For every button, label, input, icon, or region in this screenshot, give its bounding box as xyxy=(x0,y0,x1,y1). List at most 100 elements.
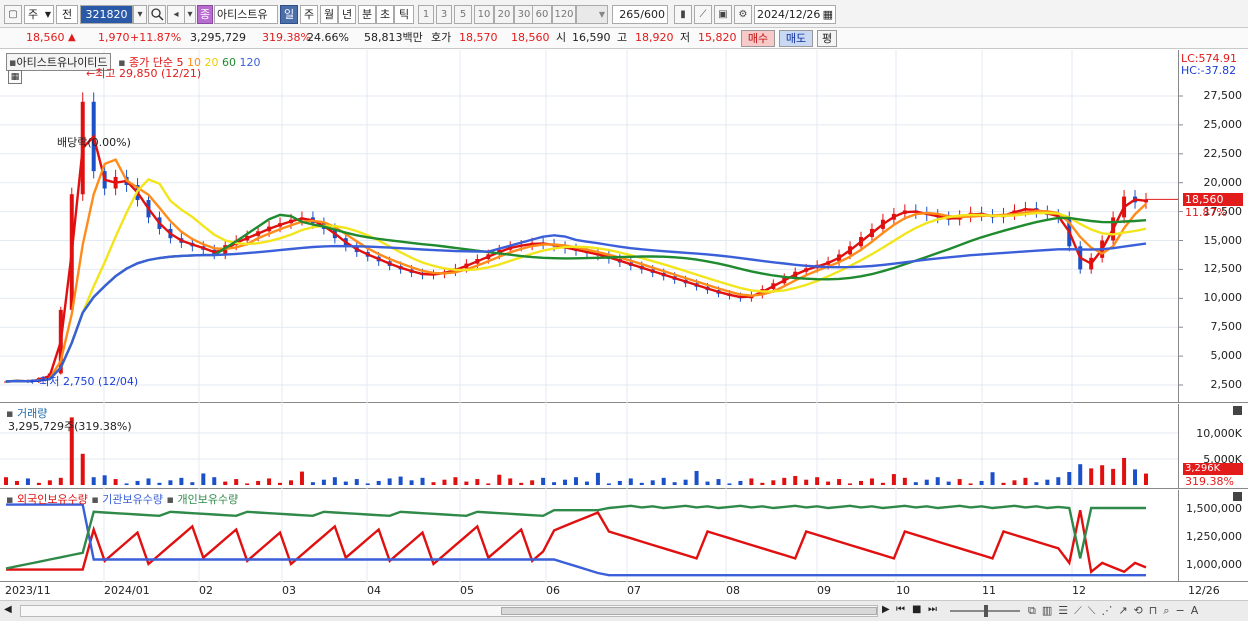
arrow-tool-icon[interactable]: ↗ xyxy=(1118,604,1133,617)
interval-60[interactable]: 60 xyxy=(532,5,552,24)
zoom-icon[interactable]: ⌕ xyxy=(1163,604,1175,617)
volume-bar xyxy=(157,482,162,485)
interval-20-label: 20 xyxy=(497,9,511,20)
volume-bar xyxy=(913,482,918,485)
trend-line-icon[interactable]: ⟋ xyxy=(1074,604,1088,617)
holdings-tick-1500000: 1,500,000 xyxy=(1186,502,1242,515)
scroll-thumb[interactable] xyxy=(501,607,877,615)
interval-5[interactable]: 5 xyxy=(454,5,472,24)
chart-scrollbar[interactable]: ◀ ▶ ⏮ ■ ⏭ ⧉▥☰⟋⟍⋰↗⟲⊓⌕−A xyxy=(0,600,1248,621)
individual-holding-label: 개인보유수량 xyxy=(177,493,239,506)
price-tick-label: 5,000 xyxy=(1210,349,1243,363)
stock-name-field[interactable]: 아티스트유 xyxy=(214,5,278,24)
interval-10-label: 10 xyxy=(477,9,491,20)
interval-10[interactable]: 10 xyxy=(474,5,494,24)
list-icon[interactable]: ☰ xyxy=(1058,604,1074,617)
volume-bar xyxy=(672,482,677,485)
x-label-04: 04 xyxy=(367,584,381,597)
tab-minute[interactable]: 분 xyxy=(358,5,376,24)
pane-close-icon[interactable] xyxy=(1233,406,1242,415)
grid-toggle-icon[interactable]: ▦ xyxy=(8,70,22,84)
volume-bar xyxy=(1034,482,1039,485)
open-label: 시 xyxy=(556,31,567,44)
buy-button[interactable]: 매수 xyxy=(741,30,775,47)
market-select[interactable]: 전 xyxy=(56,5,78,24)
foreign-holding-label: 외국인보유수량 xyxy=(16,493,88,506)
ma10-line xyxy=(5,158,1147,383)
magnet-icon[interactable]: ⊓ xyxy=(1149,604,1164,617)
volume-y-axis: 10,000K 5,000K 3,296K 319.38% xyxy=(1178,404,1248,489)
minus-icon[interactable]: − xyxy=(1176,604,1191,617)
cycle-icon[interactable]: ⟲ xyxy=(1134,604,1149,617)
low-note: ←최저 2,750 (12/04) xyxy=(30,373,138,389)
window-menu-icon[interactable]: ▢ xyxy=(4,5,22,24)
date-field[interactable]: 2024/12/26 ▦ xyxy=(754,5,836,24)
save-icon[interactable]: ▣ xyxy=(714,5,732,24)
scroll-right-icon[interactable]: ▶ xyxy=(882,604,890,615)
scroll-left-icon[interactable]: ◀ xyxy=(4,604,12,615)
first-page-icon[interactable]: ⏮ xyxy=(896,604,905,615)
interval-120[interactable]: 120 xyxy=(552,5,576,24)
open-price: 16,590 xyxy=(572,31,611,44)
search-icon[interactable] xyxy=(148,5,166,24)
volume-bar xyxy=(793,475,798,485)
volume-current-tag: 3,296K xyxy=(1183,463,1243,475)
ma60-label: 60 xyxy=(222,56,237,69)
pane-close-icon[interactable] xyxy=(1233,492,1242,501)
x-label-06: 06 xyxy=(546,584,560,597)
sound-icon[interactable]: ◂ xyxy=(167,5,185,24)
interval-20[interactable]: 20 xyxy=(494,5,514,24)
volume-bar xyxy=(760,482,765,485)
volume-bar xyxy=(979,480,984,485)
tab-year[interactable]: 년 xyxy=(338,5,356,24)
line-tool-icon[interactable]: ⟋ xyxy=(694,5,712,24)
stop-icon[interactable]: ■ xyxy=(912,604,921,615)
fib-icon[interactable]: ⋰ xyxy=(1101,604,1118,617)
calendar-icon[interactable]: ▦ xyxy=(823,6,833,23)
last-page-icon[interactable]: ⏭ xyxy=(928,604,937,615)
tab-tick[interactable]: 틱 xyxy=(394,5,414,24)
stock-code-input[interactable]: 321820 xyxy=(80,5,133,24)
high-label: 고 xyxy=(617,31,628,44)
tab-second[interactable]: 초 xyxy=(376,5,394,24)
volume-bar xyxy=(91,477,96,485)
gear-icon[interactable]: ⚙ xyxy=(734,5,752,24)
text-tool-icon[interactable]: A xyxy=(1191,604,1205,617)
volume-bar xyxy=(431,482,436,485)
drawing-tools[interactable]: ⧉▥☰⟋⟍⋰↗⟲⊓⌕−A xyxy=(1028,604,1204,618)
tab-day[interactable]: 일 xyxy=(280,5,298,24)
zoom-slider-handle[interactable] xyxy=(984,605,988,617)
period-select[interactable]: 주 ▼ xyxy=(24,5,54,24)
volume-pane: 10,000K 5,000K 3,296K 319.38% ▪ 거래량 3,29… xyxy=(0,404,1248,489)
ma20-line xyxy=(5,177,1147,383)
price-tick-label: 20,000 xyxy=(1203,175,1243,189)
custom-interval-select[interactable]: ▼ xyxy=(576,5,608,24)
evaluate-button[interactable]: 평 xyxy=(817,30,837,47)
channel-icon[interactable]: ⟍ xyxy=(1088,604,1102,617)
volume-bar xyxy=(278,482,283,485)
window-icon[interactable]: ⧉ xyxy=(1028,604,1042,617)
volume-bar xyxy=(782,477,787,485)
volume-bar xyxy=(354,479,359,485)
interval-1[interactable]: 1 xyxy=(418,5,434,24)
price-chart-svg[interactable] xyxy=(0,50,1248,403)
volume-bar xyxy=(924,479,929,485)
volume-bar xyxy=(574,477,578,485)
data-count-field[interactable]: 265/600 xyxy=(612,5,668,24)
tab-week[interactable]: 주 xyxy=(300,5,318,24)
sound-dropdown-icon[interactable]: ▾ xyxy=(184,5,196,24)
code-dropdown-icon[interactable]: ▾ xyxy=(133,5,147,24)
interval-30[interactable]: 30 xyxy=(514,5,534,24)
interval-1-label: 1 xyxy=(422,9,430,20)
scroll-track[interactable] xyxy=(20,605,878,617)
price-y-axis: 27,500 25,000 22,500 20,000 17,500 15,000 12,5… xyxy=(1178,50,1248,403)
tab-month[interactable]: 월 xyxy=(320,5,338,24)
panel-icon[interactable]: ▥ xyxy=(1042,604,1058,617)
candle-type-icon[interactable]: ▮ xyxy=(674,5,692,24)
sell-button[interactable]: 매도 xyxy=(779,30,813,47)
volume-chart-svg[interactable] xyxy=(0,404,1248,489)
price-tick-label: 2,500 xyxy=(1210,378,1243,391)
interval-3-label: 3 xyxy=(440,9,448,20)
interval-3[interactable]: 3 xyxy=(436,5,452,24)
volume-bar xyxy=(321,479,326,485)
